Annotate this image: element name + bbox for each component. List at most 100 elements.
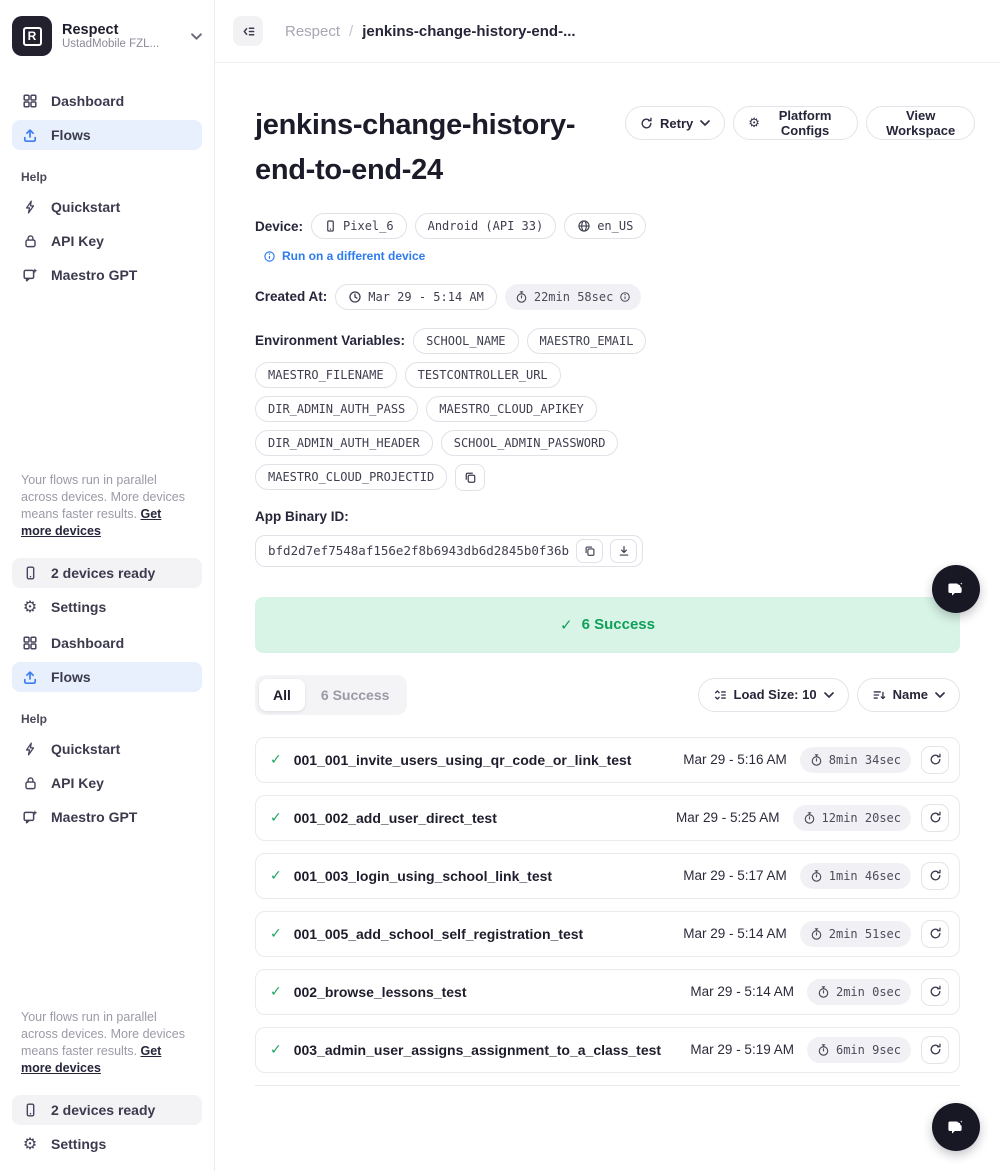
sidebar-item-api-key[interactable]: API Key <box>12 768 202 798</box>
devices-ready-status[interactable]: 2 devices ready <box>12 558 202 588</box>
env-var-pill: SCHOOL_NAME <box>413 327 519 354</box>
device-os-pill: Android (API 33) <box>414 213 557 239</box>
created-time-pill: Mar 29 - 5:14 AM <box>335 283 497 310</box>
collapse-sidebar-button[interactable] <box>233 16 263 46</box>
phone-icon <box>21 1102 39 1118</box>
retry-test-button[interactable] <box>921 861 949 890</box>
refresh-icon <box>929 985 942 998</box>
env-var-pill: MAESTRO_FILENAME <box>255 361 397 388</box>
refresh-icon <box>640 117 653 130</box>
retry-test-button[interactable] <box>921 1035 949 1064</box>
gear-icon: ⚙ <box>748 115 760 131</box>
load-size-dropdown[interactable]: Load Size: 10 <box>697 677 849 712</box>
upload-icon <box>21 127 39 143</box>
breadcrumb: Respect / jenkins-change-history-end-... <box>285 23 576 40</box>
refresh-icon <box>929 753 942 766</box>
sidebar-item-maestro-gpt[interactable]: Maestro GPT <box>12 802 202 832</box>
copy-icon <box>584 545 596 557</box>
test-row[interactable]: ✓ 003_admin_user_assigns_assignment_to_a… <box>255 1026 960 1073</box>
test-date: Mar 29 - 5:16 AM <box>683 752 787 767</box>
dashboard-icon <box>21 93 39 109</box>
workspace-switcher[interactable]: R Respect UstadMobile FZL... <box>12 16 202 56</box>
clock-icon <box>348 290 362 304</box>
test-row[interactable]: ✓ 001_002_add_user_direct_test Mar 29 - … <box>255 794 960 841</box>
stopwatch-icon <box>810 927 823 941</box>
test-name: 001_003_login_using_school_link_test <box>293 867 553 884</box>
sidebar-item-settings[interactable]: ⚙ Settings <box>12 1129 202 1159</box>
workspace-logo: R <box>12 16 52 56</box>
view-workspace-button[interactable]: View Workspace <box>866 106 975 140</box>
results-controls: All 6 Success Load Size: 10 Name <box>255 674 960 715</box>
copy-env-button[interactable] <box>455 463 486 491</box>
test-duration-chip: 12min 20sec <box>792 804 911 831</box>
test-date: Mar 29 - 5:14 AM <box>690 984 794 999</box>
success-check-icon: ✓ <box>270 867 282 884</box>
chevron-down-icon <box>935 691 945 698</box>
chat-assistant-button[interactable] <box>932 565 980 613</box>
gear-icon: ⚙ <box>22 597 38 616</box>
sort-dropdown[interactable]: Name <box>856 677 960 712</box>
sidebar: R Respect UstadMobile FZL... Dashboard F… <box>0 0 215 1171</box>
workspace-org: UstadMobile FZL... <box>62 38 160 50</box>
lightning-icon <box>21 741 39 757</box>
test-row[interactable]: ✓ 002_browse_lessons_test Mar 29 - 5:14 … <box>255 968 960 1015</box>
chat-sparkle-icon <box>21 809 39 825</box>
breadcrumb-separator: / <box>349 22 354 40</box>
test-name: 003_admin_user_assigns_assignment_to_a_c… <box>293 1041 662 1058</box>
sidebar-item-settings[interactable]: ⚙ Settings <box>12 592 202 622</box>
devices-ready-status[interactable]: 2 devices ready <box>12 1095 202 1125</box>
test-name: 001_005_add_school_self_registration_tes… <box>293 925 584 942</box>
sidebar-item-quickstart[interactable]: Quickstart <box>12 734 202 764</box>
env-var-pill: MAESTRO_EMAIL <box>526 327 647 354</box>
download-binary-button[interactable] <box>610 538 638 563</box>
filter-tabs: All 6 Success <box>255 674 408 715</box>
retry-button[interactable]: Retry <box>625 106 726 140</box>
workspace-name: Respect <box>62 22 119 38</box>
created-row: Created At: Mar 29 - 5:14 AM 22min 58sec <box>255 283 685 310</box>
sidebar-item-dashboard[interactable]: Dashboard <box>12 628 202 658</box>
copy-icon <box>464 471 477 484</box>
platform-configs-button[interactable]: ⚙ Platform Configs <box>733 106 859 140</box>
lock-icon <box>21 233 39 249</box>
chat-assistant-button[interactable] <box>932 1103 980 1151</box>
stopwatch-icon <box>817 1043 830 1057</box>
sidebar-item-flows[interactable]: Flows <box>12 662 202 692</box>
stopwatch-icon <box>810 869 823 883</box>
sidebar-item-maestro-gpt[interactable]: Maestro GPT <box>12 260 202 290</box>
gear-icon: ⚙ <box>22 1134 38 1153</box>
main-area: Respect / jenkins-change-history-end-...… <box>215 0 1000 1171</box>
breadcrumb-workspace[interactable]: Respect <box>285 23 340 40</box>
sidebar-item-dashboard[interactable]: Dashboard <box>12 86 202 116</box>
refresh-icon <box>929 927 942 940</box>
sidebar-item-flows[interactable]: Flows <box>12 120 202 150</box>
env-var-pill: MAESTRO_CLOUD_APIKEY <box>426 395 597 422</box>
chevron-down-icon <box>191 32 202 40</box>
retry-test-button[interactable] <box>921 919 949 948</box>
collapse-sidebar-icon <box>241 24 256 39</box>
test-row[interactable]: ✓ 001_001_invite_users_using_qr_code_or_… <box>255 736 960 783</box>
chat-sparkle-icon <box>944 1115 968 1139</box>
test-date: Mar 29 - 5:17 AM <box>683 868 787 883</box>
test-date: Mar 29 - 5:14 AM <box>683 926 787 941</box>
sidebar-item-api-key[interactable]: API Key <box>12 226 202 256</box>
download-icon <box>618 545 630 557</box>
retry-test-button[interactable] <box>921 977 949 1006</box>
sidebar-item-quickstart[interactable]: Quickstart <box>12 192 202 222</box>
upload-icon <box>21 669 39 685</box>
device-row: Device: Pixel_6 Android (API 33) en_US <box>255 213 685 239</box>
retry-test-button[interactable] <box>921 803 949 832</box>
retry-test-button[interactable] <box>921 745 949 774</box>
success-check-icon: ✓ <box>270 809 282 826</box>
test-row[interactable]: ✓ 001_003_login_using_school_link_test M… <box>255 852 960 899</box>
tab-all[interactable]: All <box>259 678 305 711</box>
test-row[interactable]: ✓ 001_005_add_school_self_registration_t… <box>255 910 960 957</box>
refresh-icon <box>929 811 942 824</box>
test-duration-chip: 6min 9sec <box>806 1036 911 1063</box>
copy-binary-id-button[interactable] <box>576 538 604 563</box>
tab-success[interactable]: 6 Success <box>307 679 404 711</box>
stopwatch-icon <box>810 753 823 767</box>
dashboard-icon <box>21 635 39 651</box>
run-different-device-link[interactable]: Run on a different device <box>263 249 425 263</box>
test-duration-chip: 2min 51sec <box>799 920 911 947</box>
test-date: Mar 29 - 5:25 AM <box>675 810 780 825</box>
